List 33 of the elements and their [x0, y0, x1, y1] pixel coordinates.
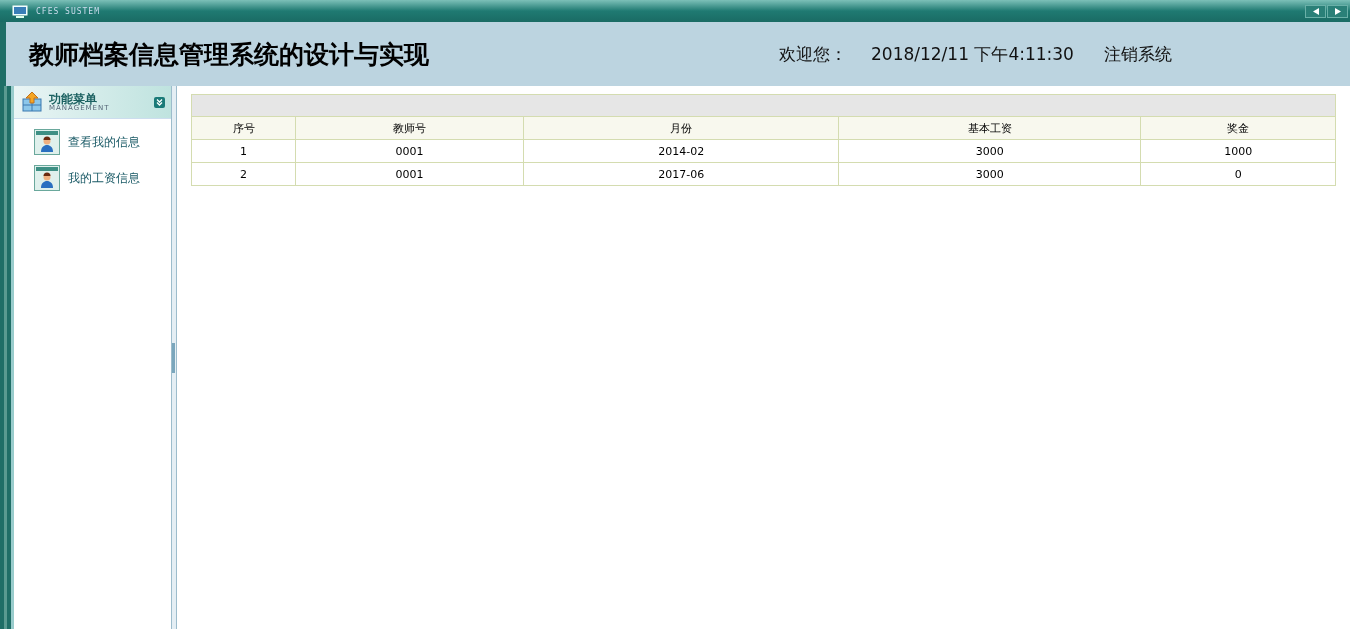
- column-header: 奖金: [1140, 116, 1336, 140]
- column-header: 序号: [191, 116, 296, 140]
- table-cell: 2017-06: [523, 162, 839, 186]
- table-cell: 2014-02: [523, 139, 839, 163]
- upload-icon: [22, 92, 42, 112]
- user-card-icon: [34, 129, 60, 155]
- table-cell: 2: [191, 162, 296, 186]
- logout-link[interactable]: 注销系统: [1103, 42, 1172, 66]
- datetime-text: 2018/12/11 下午4:11:30: [871, 42, 1074, 66]
- scroll-right-button[interactable]: [1327, 4, 1348, 18]
- column-header: 基本工资: [838, 116, 1141, 140]
- table-cell: 3000: [838, 162, 1141, 186]
- window-title: CFES SUSTEM: [36, 6, 100, 16]
- table-cell: 0001: [295, 162, 524, 186]
- menu-title: 功能菜单: [49, 92, 97, 105]
- menu-item[interactable]: 查看我的信息: [68, 133, 140, 151]
- table-cell: 1000: [1140, 139, 1336, 163]
- table-cell: 0001: [295, 139, 524, 163]
- system-title: 教师档案信息管理系统的设计与实现: [29, 38, 430, 71]
- collapse-icon[interactable]: [154, 96, 165, 108]
- column-header: 月份: [523, 116, 839, 140]
- table-cell: 3000: [838, 139, 1141, 163]
- splitter-handle[interactable]: [172, 342, 175, 373]
- welcome-label: 欢迎您：: [779, 42, 847, 66]
- right-arrow-icon: [1334, 7, 1341, 15]
- user-card-icon: [34, 165, 60, 191]
- left-arrow-icon: [1312, 7, 1319, 15]
- table-cell: 1: [191, 139, 296, 163]
- monitor-icon: [12, 4, 28, 18]
- menu-item[interactable]: 我的工资信息: [68, 169, 140, 187]
- column-header: 教师号: [295, 116, 524, 140]
- table-cell: 0: [1140, 162, 1336, 186]
- scroll-left-button[interactable]: [1305, 4, 1326, 18]
